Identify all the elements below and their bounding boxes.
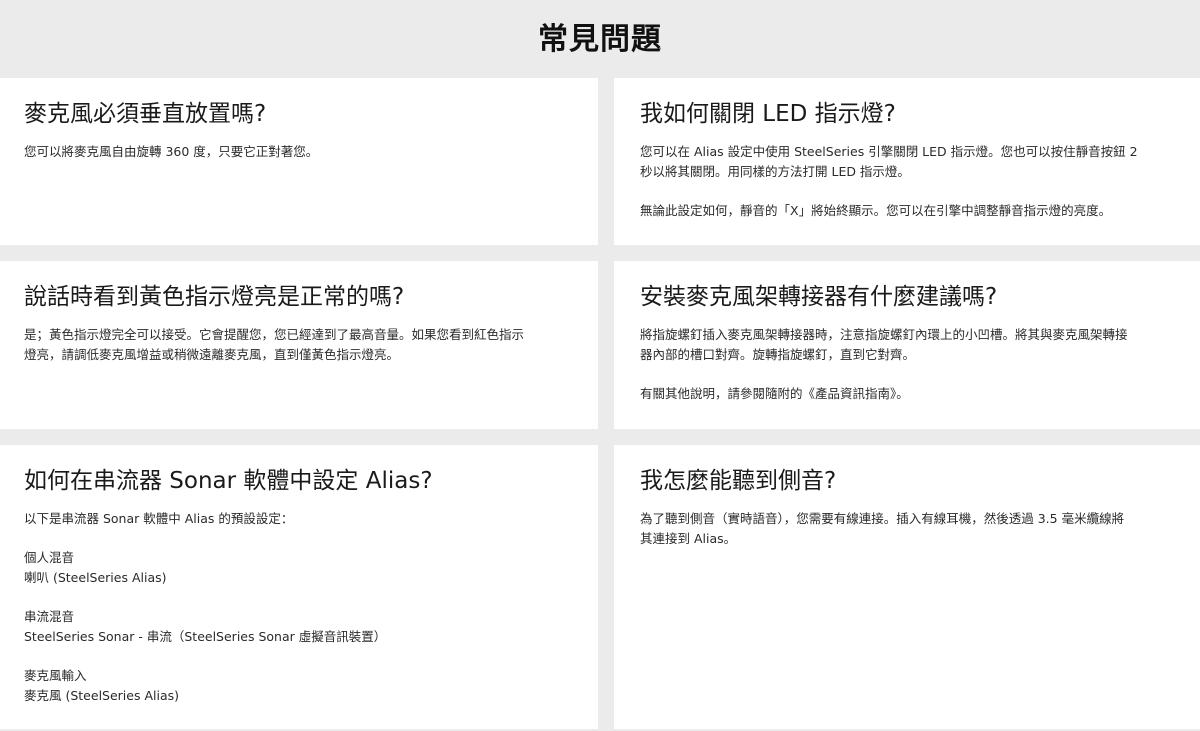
faq-grid: 麥克風必須垂直放置嗎? 您可以將麥克風自由旋轉 360 度，只要它正對著您。 我…	[0, 78, 1200, 729]
faq-answer-paragraph: 您可以在 Alias 設定中使用 SteelSeries 引擎關閉 LED 指示…	[640, 144, 1138, 179]
faq-answer-paragraph: 您可以將麥克風自由旋轉 360 度，只要它正對著您。	[24, 144, 319, 159]
faq-card-vertical-placement: 麥克風必須垂直放置嗎? 您可以將麥克風自由旋轉 360 度，只要它正對著您。	[0, 78, 598, 245]
faq-card-yellow-indicator: 說話時看到黃色指示燈亮是正常的嗎? 是；黃色指示燈完全可以接受。它會提醒您，您已…	[0, 261, 598, 429]
faq-answer-paragraph: 以下是串流器 Sonar 軟體中 Alias 的預設設定：	[24, 511, 294, 526]
faq-answer: 以下是串流器 Sonar 軟體中 Alias 的預設設定： 個人混音 喇叭 (S…	[24, 509, 574, 706]
faq-question: 如何在串流器 Sonar 軟體中設定 Alias?	[24, 468, 433, 494]
faq-answer-paragraph: 無論此設定如何，靜音的「X」將始終顯示。您可以在引擎中調整靜音指示燈的亮度。	[640, 203, 1112, 218]
faq-card-sidetone: 我怎麼能聽到側音? 為了聽到側音（實時語音），您需要有線連接。插入有線耳機，然後…	[614, 445, 1200, 729]
faq-answer-paragraph: 麥克風輸入 麥克風 (SteelSeries Alias)	[24, 668, 179, 703]
faq-answer-paragraph: 個人混音 喇叭 (SteelSeries Alias)	[24, 550, 167, 585]
faq-question: 安裝麥克風架轉接器有什麼建議嗎?	[640, 284, 998, 310]
faq-answer: 是；黃色指示燈完全可以接受。它會提醒您，您已經達到了最高音量。如果您看到紅色指示…	[24, 325, 574, 365]
page-title: 常見問題	[538, 22, 662, 57]
faq-answer-paragraph: 為了聽到側音（實時語音），您需要有線連接。插入有線耳機，然後透過 3.5 毫米纜…	[640, 511, 1125, 546]
faq-question: 我怎麼能聽到側音?	[640, 468, 837, 494]
faq-answer: 您可以將麥克風自由旋轉 360 度，只要它正對著您。	[24, 142, 574, 162]
faq-card-led-off: 我如何關閉 LED 指示燈? 您可以在 Alias 設定中使用 SteelSer…	[614, 78, 1200, 245]
faq-answer: 將指旋螺釘插入麥克風架轉接器時，注意指旋螺釘內環上的小凹槽。將其與麥克風架轉接 …	[640, 325, 1176, 404]
faq-answer: 您可以在 Alias 設定中使用 SteelSeries 引擎關閉 LED 指示…	[640, 142, 1176, 221]
faq-card-sonar-setup: 如何在串流器 Sonar 軟體中設定 Alias? 以下是串流器 Sonar 軟…	[0, 445, 598, 729]
faq-card-mount-adapter: 安裝麥克風架轉接器有什麼建議嗎? 將指旋螺釘插入麥克風架轉接器時，注意指旋螺釘內…	[614, 261, 1200, 429]
faq-question: 麥克風必須垂直放置嗎?	[24, 101, 267, 127]
page-header: 常見問題	[0, 0, 1200, 78]
faq-question: 說話時看到黃色指示燈亮是正常的嗎?	[24, 284, 405, 310]
faq-question: 我如何關閉 LED 指示燈?	[640, 101, 896, 127]
faq-answer-paragraph: 是；黃色指示燈完全可以接受。它會提醒您，您已經達到了最高音量。如果您看到紅色指示…	[24, 327, 525, 362]
faq-answer-paragraph: 將指旋螺釘插入麥克風架轉接器時，注意指旋螺釘內環上的小凹槽。將其與麥克風架轉接 …	[640, 327, 1128, 362]
faq-answer-paragraph: 有關其他說明，請參閱隨附的《產品資訊指南》。	[640, 386, 909, 401]
faq-answer: 為了聽到側音（實時語音），您需要有線連接。插入有線耳機，然後透過 3.5 毫米纜…	[640, 509, 1176, 549]
faq-answer-paragraph: 串流混音 SteelSeries Sonar - 串流（SteelSeries …	[24, 609, 387, 644]
